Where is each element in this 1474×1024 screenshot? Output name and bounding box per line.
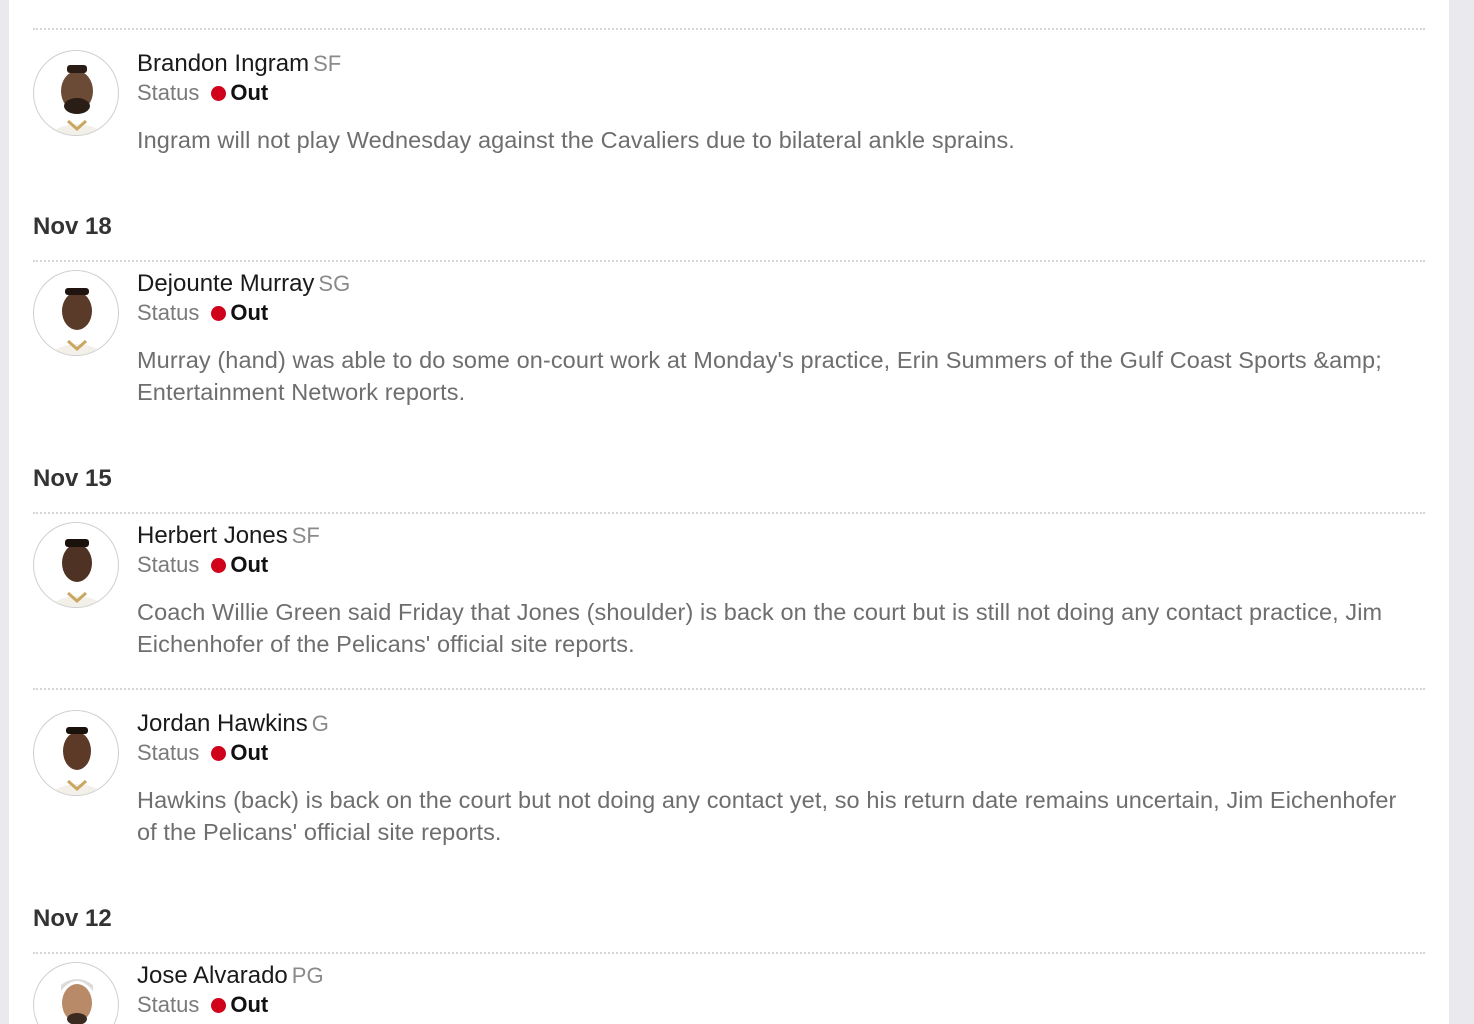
section-divider [33,952,1425,954]
status-line: Status Out [137,740,268,766]
status-label: Status [137,992,200,1017]
status-dot-icon [211,558,227,573]
status-line: Status Out [137,992,268,1018]
player-name-line[interactable]: Jordan Hawkins G [137,710,329,738]
status-dot-icon [211,746,227,761]
player-position: PG [291,963,324,988]
status-line: Status Out [137,300,268,326]
player-position: SF [291,523,320,548]
status-label: Status [137,300,200,325]
player-name[interactable]: Herbert Jones [137,522,288,549]
player-name-line[interactable]: Jose Alvarado PG [137,962,324,990]
status-line: Status Out [137,552,268,578]
player-headshot-icon[interactable] [33,50,119,136]
player-name[interactable]: Brandon Ingram [137,50,309,77]
status-dot-icon [211,86,227,101]
section-date: Nov 18 [33,213,112,240]
status-label: Status [137,740,200,765]
player-headshot-icon[interactable] [33,270,119,356]
status-value: Out [230,992,269,1017]
section-divider [33,512,1425,514]
player-headshot-icon[interactable] [33,522,119,608]
status-line: Status Out [137,80,268,106]
player-name-line[interactable]: Herbert Jones SF [137,522,320,550]
injury-entry[interactable]: Jose Alvarado PG Status Out [33,962,1425,1024]
player-headshot-icon[interactable] [33,710,119,796]
section-date: Nov 15 [33,465,112,492]
player-name[interactable]: Jordan Hawkins [137,710,308,737]
player-position: SF [313,51,342,76]
entry-divider [33,688,1425,690]
section-divider [33,28,1425,30]
status-value: Out [230,300,269,325]
player-name-line[interactable]: Dejounte Murray SG [137,270,350,298]
player-headshot-icon[interactable] [33,962,119,1024]
injury-entry[interactable]: Brandon Ingram SF Status Out Ingram will n… [33,50,1425,160]
status-value: Out [230,740,269,765]
status-label: Status [137,552,200,577]
player-name-line[interactable]: Brandon Ingram SF [137,50,341,78]
injury-entry[interactable]: Dejounte Murray SG Status Out Murray (hand… [33,270,1425,410]
section-divider [33,260,1425,262]
player-name[interactable]: Dejounte Murray [137,270,314,297]
injury-note: Ingram will not play Wednesday against t… [137,127,1015,153]
status-value: Out [230,552,269,577]
injury-note: Hawkins (back) is back on the court but … [137,787,1397,845]
player-position: G [311,711,329,736]
section-date: Nov 12 [33,905,112,932]
injury-note: Coach Willie Green said Friday that Jone… [137,599,1383,657]
status-dot-icon [211,306,227,321]
player-name[interactable]: Jose Alvarado [137,962,288,989]
status-label: Status [137,80,200,105]
status-dot-icon [211,998,227,1013]
injury-entry[interactable]: Herbert Jones SF Status Out Coach Willie G… [33,522,1425,672]
injury-note: Murray (hand) was able to do some on-cou… [137,347,1382,405]
injury-entry[interactable]: Jordan Hawkins G Status Out Hawkins (back)… [33,710,1425,860]
injury-report-card: Brandon Ingram SF Status Out Ingram will n… [9,0,1449,1024]
player-position: SG [318,271,351,296]
status-value: Out [230,80,269,105]
